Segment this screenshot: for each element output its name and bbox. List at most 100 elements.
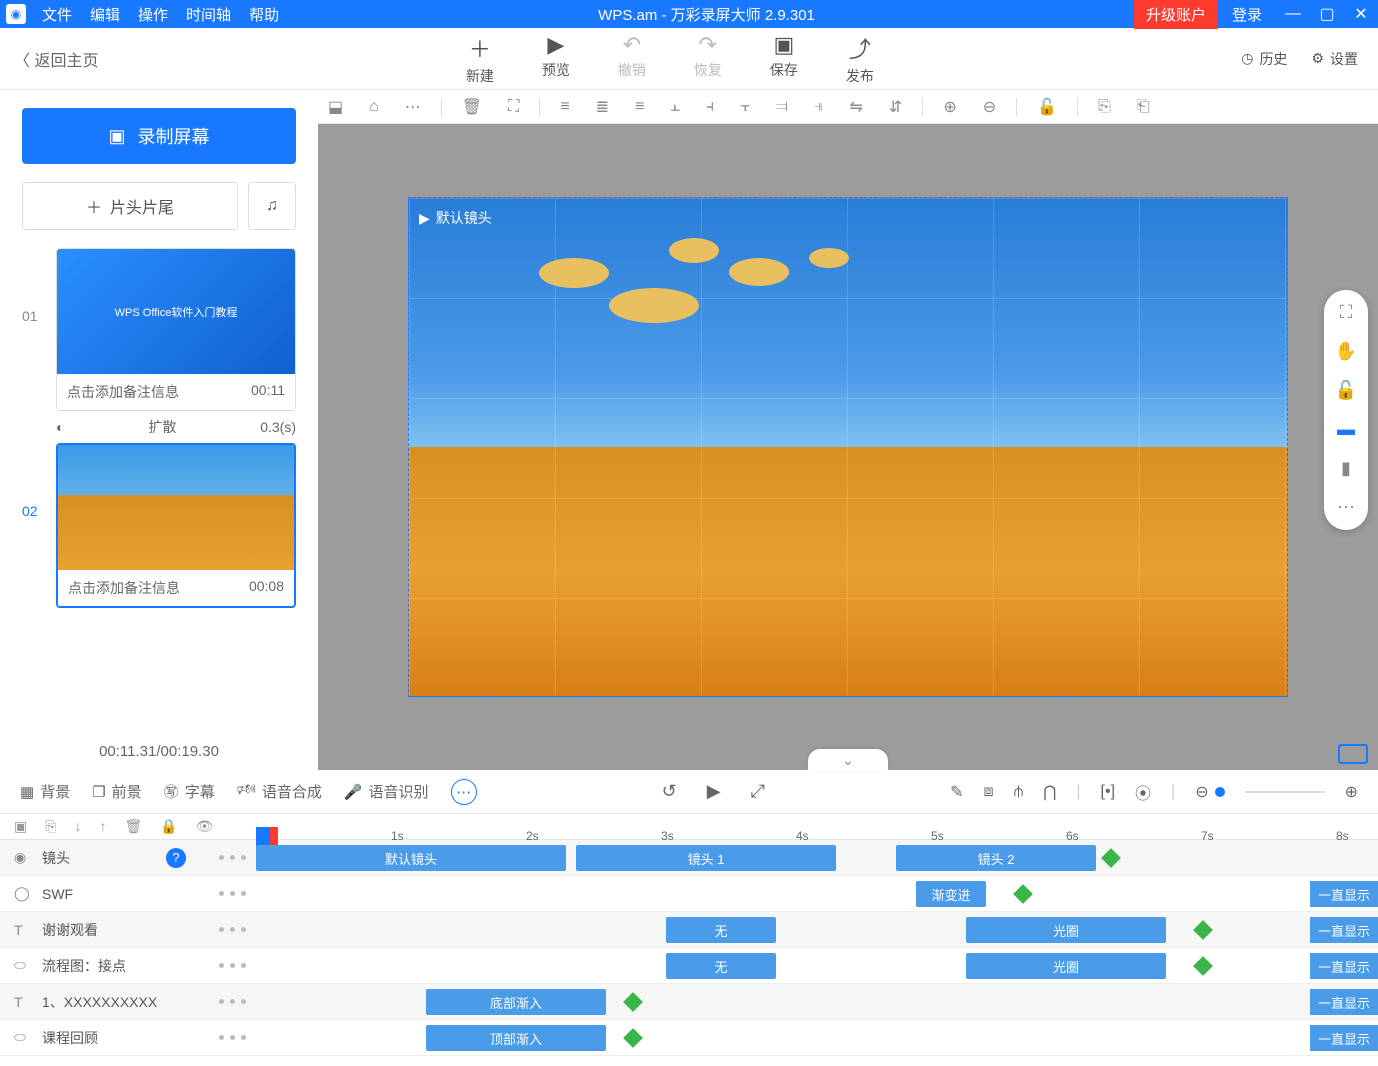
zoom-out-track-icon[interactable]: ⊖ [1195,782,1208,802]
more-view-icon[interactable]: ⋯ [1324,497,1368,518]
dist-h-icon[interactable]: ⫤ [776,98,788,116]
bounds-icon[interactable]: [•] [1101,783,1116,801]
align-top-icon[interactable]: ⫠ [670,98,680,116]
close-button[interactable]: ✕ [1344,4,1378,24]
align-middle-icon[interactable]: ⫞ [706,98,714,116]
always-show-clip[interactable]: 一直显示 [1310,989,1378,1015]
track-label[interactable]: T谢谢观看 [0,920,256,940]
track-content[interactable]: 渐变进 一直显示 [256,876,1378,911]
more-icon[interactable]: ⋯ [405,97,421,117]
play-trans-icon[interactable]: ◐ [56,419,64,435]
dist-v-icon[interactable]: ⫣ [814,98,824,116]
toggle-icon[interactable]: ⦿ [1135,780,1151,804]
expand-icon[interactable]: ⤢ [751,781,765,802]
keyframe-icon[interactable] [623,992,643,1012]
menu-帮助[interactable]: 帮助 [249,4,279,25]
maximize-button[interactable]: ▢ [1310,4,1344,24]
keyframe-icon[interactable] [623,1028,643,1048]
zoom-in-icon[interactable]: ⊕ [943,97,956,117]
edit-track-icon[interactable]: ✎ [950,782,963,802]
track-content[interactable]: 底部渐入 一直显示 [256,984,1378,1019]
clip[interactable]: 无 [666,917,776,943]
tool-发布[interactable]: ⤴发布 [846,32,874,86]
always-show-clip[interactable]: 一直显示 [1310,953,1378,979]
paste-icon[interactable]: ⎗ [1137,98,1150,116]
track-content[interactable]: 默认镜头镜头 1镜头 2 [256,840,1378,875]
scene-note[interactable]: 点击添加备注信息 [68,578,180,598]
filter-icon[interactable]: ⫛ [1014,783,1024,801]
delete-icon[interactable]: 🗑 [462,97,482,117]
fullscreen-icon[interactable]: ⛶ [1324,302,1368,323]
scene-card-01[interactable]: WPS Office软件入门教程点击添加备注信息00:11 [56,248,296,411]
align-bottom-icon[interactable]: ⫟ [740,98,750,116]
mobile-view-icon[interactable]: ▮ [1324,458,1368,479]
play-icon[interactable]: ▶ [707,781,721,802]
menu-编辑[interactable]: 编辑 [90,4,120,25]
clip[interactable]: 镜头 1 [576,845,836,871]
new-track-icon[interactable]: ▣ [14,818,27,835]
settings-button[interactable]: ⚙ 设置 [1311,49,1358,69]
keyframe-icon[interactable] [1193,956,1213,976]
minimize-button[interactable]: — [1276,5,1310,23]
zoom-in-track-icon[interactable]: ⊕ [1345,782,1358,802]
clip[interactable]: 镜头 2 [896,845,1096,871]
collapse-handle[interactable]: ⌄ [808,749,888,771]
clip[interactable]: 底部渐入 [426,989,606,1015]
crop-icon[interactable]: ⛶ [508,98,519,116]
flip-h-icon[interactable]: ⇋ [850,97,863,117]
align-right-icon[interactable]: ≡ [635,98,644,116]
track-label[interactable]: T1、XXXXXXXXXX [0,992,256,1012]
clip[interactable]: 光圈 [966,953,1166,979]
copy-icon[interactable]: ⎘ [1098,98,1111,116]
track-label[interactable]: ◉镜头? [0,848,256,868]
hand-icon[interactable]: ✋ [1324,341,1368,362]
always-show-clip[interactable]: 一直显示 [1310,917,1378,943]
rewind-icon[interactable]: ↺ [662,781,677,802]
tool-预览[interactable]: ▶预览 [542,32,570,86]
lock-track-icon[interactable]: 🔒 [160,818,177,835]
layer-icon[interactable]: ⬓ [328,97,343,117]
split-icon[interactable]: ⧈ [984,783,994,801]
keyframe-icon[interactable] [1101,848,1121,868]
eye-icon[interactable]: 👁 [196,818,214,835]
zoom-out-icon[interactable]: ⊖ [983,97,996,117]
record-screen-button[interactable]: ▣ 录制屏幕 [22,108,296,164]
down-icon[interactable]: ↓ [74,818,81,835]
always-show-clip[interactable]: 一直显示 [1310,881,1378,907]
keyframe-icon[interactable] [1013,884,1033,904]
home-icon[interactable]: ⌂ [369,98,379,116]
clip[interactable]: 顶部渐入 [426,1025,606,1051]
head-tail-button[interactable]: ＋ 片头片尾 [22,182,238,230]
scene-note[interactable]: 点击添加备注信息 [67,382,179,402]
clip[interactable]: 渐变进 [916,881,986,907]
scene-card-02[interactable]: 点击添加备注信息00:08 [56,443,296,608]
menu-操作[interactable]: 操作 [138,4,168,25]
folder-icon[interactable]: ⎘ [45,818,56,835]
clip[interactable]: 光圈 [966,917,1166,943]
menu-时间轴[interactable]: 时间轴 [186,4,231,25]
login-button[interactable]: 登录 [1218,4,1276,25]
music-button[interactable]: ♫ [248,182,296,230]
help-icon[interactable]: ? [166,848,186,868]
tab-语音识别[interactable]: 🎤 语音识别 [344,779,429,804]
tab-字幕[interactable]: ㊢ 字幕 [164,779,215,804]
align-center-icon[interactable]: ≣ [596,97,609,117]
canvas-frame[interactable]: ▶ 默认镜头 [408,197,1288,697]
desktop-view-icon[interactable]: ▬ [1324,419,1368,440]
keyframe-icon[interactable] [1193,920,1213,940]
track-content[interactable]: 无 光圈 一直显示 [256,912,1378,947]
menu-文件[interactable]: 文件 [42,4,72,25]
clip[interactable]: 无 [666,953,776,979]
track-label[interactable]: ◯SWF [0,885,256,902]
track-label[interactable]: ⬭流程图：接点 [0,956,256,976]
flip-v-icon[interactable]: ⇵ [889,97,902,117]
track-label[interactable]: ⬭课程回顾 [0,1028,256,1048]
trash-icon[interactable]: 🗑 [124,818,142,835]
up-icon[interactable]: ↑ [99,818,106,835]
tabs-more-icon[interactable]: ⋯ [451,779,477,805]
tool-保存[interactable]: ▣保存 [770,32,798,86]
track-content[interactable]: 顶部渐入 一直显示 [256,1020,1378,1055]
always-show-clip[interactable]: 一直显示 [1310,1025,1378,1051]
upgrade-button[interactable]: 升级账户 [1134,0,1218,29]
tab-语音合成[interactable]: 🕬 语音合成 [237,779,322,804]
